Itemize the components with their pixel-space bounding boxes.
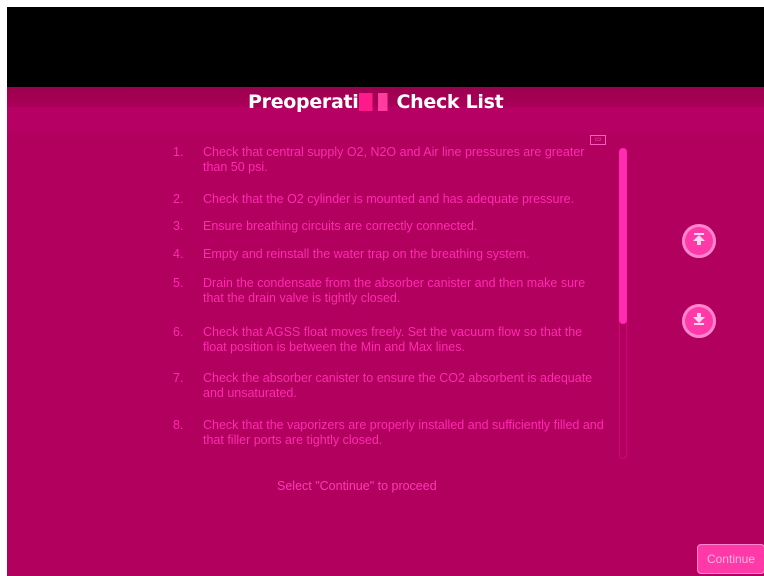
- item-number: 3.: [173, 219, 184, 233]
- item-text: Drain the condensate from the absorber c…: [203, 276, 586, 305]
- item-number: 8.: [173, 418, 184, 432]
- item-number: 7.: [173, 371, 184, 385]
- item-number: 5.: [173, 276, 184, 290]
- scroll-up-button[interactable]: [682, 224, 716, 258]
- item-number: 2.: [173, 192, 184, 206]
- item-number: 4.: [173, 247, 184, 261]
- item-text: Empty and reinstall the water trap on th…: [203, 247, 530, 261]
- item-number: 1.: [173, 145, 184, 159]
- item-text: Check that central supply O2, N2O and Ai…: [203, 145, 585, 174]
- item-text: Ensure breathing circuits are correctly …: [203, 219, 478, 233]
- checklist-item: 2. Check that the O2 cylinder is mounted…: [167, 192, 607, 207]
- checklist-item: 4. Empty and reinstall the water trap on…: [167, 247, 607, 262]
- scroll-down-button[interactable]: [682, 304, 716, 338]
- checklist-item: 3. Ensure breathing circuits are correct…: [167, 219, 607, 234]
- item-number: 6.: [173, 325, 184, 339]
- item-text: Check the absorber canister to ensure th…: [203, 371, 593, 400]
- item-text: Check that the vaporizers are properly i…: [203, 418, 604, 447]
- preoperative-checklist-screen: Preoperati Check List ▭ 1. Check that cen…: [7, 7, 764, 576]
- checklist-item: 7. Check the absorber canister to ensure…: [167, 371, 607, 401]
- continue-button[interactable]: Continue: [697, 544, 764, 574]
- checklist-item: 5. Drain the condensate from the absorbe…: [167, 276, 607, 306]
- checklist-item: 1. Check that central supply O2, N2O and…: [167, 145, 607, 175]
- scrollbar-thumb[interactable]: [619, 148, 627, 324]
- item-text: Check that AGSS float moves freely. Set …: [203, 325, 583, 354]
- checklist-item: 6. Check that AGSS float moves freely. S…: [167, 325, 607, 355]
- glitch-artifact: [358, 93, 397, 111]
- item-text: Check that the O2 cylinder is mounted an…: [203, 192, 575, 206]
- continue-hint: Select "Continue" to proceed: [277, 479, 437, 493]
- page-title: Preoperati Check List: [248, 91, 504, 113]
- checklist-item: 8. Check that the vaporizers are properl…: [167, 418, 607, 448]
- page-title-part2: Check List: [396, 91, 504, 113]
- checklist-panel: 1. Check that central supply O2, N2O and…: [167, 135, 627, 460]
- arrow-down-icon: [690, 310, 708, 333]
- page-title-part1: Preoperati: [248, 91, 359, 113]
- arrow-up-icon: [690, 230, 708, 253]
